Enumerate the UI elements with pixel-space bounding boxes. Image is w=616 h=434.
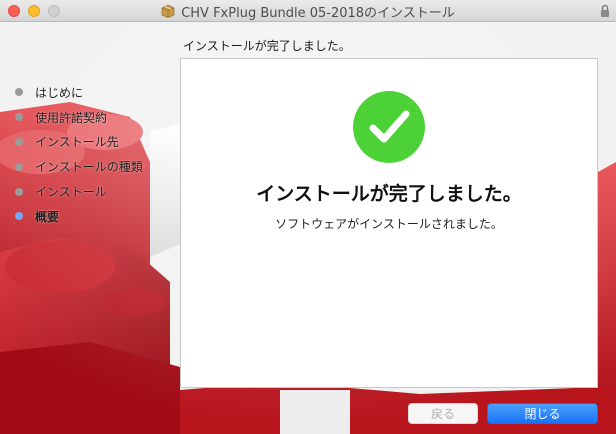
installer-steps-sidebar: はじめに 使用許諾契約 インストール先 インストールの種類 インストール 概要 [15, 80, 175, 229]
completion-headline: インストールが完了しました。 [256, 183, 522, 205]
title-bar[interactable]: CHV FxPlug Bundle 05-2018のインストール [0, 0, 616, 22]
step-installation: インストール [15, 179, 175, 204]
summary-panel: インストールが完了しました。 ソフトウェアがインストールされました。 [180, 58, 598, 388]
step-bullet-icon [15, 137, 23, 146]
step-introduction: はじめに [15, 80, 175, 105]
close-button[interactable]: 閉じる [487, 403, 598, 424]
step-bullet-icon [15, 88, 23, 97]
step-label: インストール [35, 185, 107, 200]
installer-window: CHV FxPlug Bundle 05-2018のインストール インストールが… [0, 0, 616, 434]
package-icon [161, 4, 175, 18]
step-label: 使用許諾契約 [35, 110, 108, 125]
back-button: 戻る [408, 403, 478, 424]
checkmark-circle-icon [353, 91, 425, 163]
step-label: インストールの種類 [35, 160, 143, 175]
step-bullet-icon [15, 113, 23, 122]
window-title-wrap: CHV FxPlug Bundle 05-2018のインストール [0, 0, 616, 22]
step-label-active: 概要 [35, 209, 60, 224]
step-destination: インストール先 [15, 130, 175, 155]
step-license: 使用許諾契約 [15, 105, 175, 130]
completion-message: ソフトウェアがインストールされました。 [275, 217, 503, 231]
window-title: CHV FxPlug Bundle 05-2018のインストール [181, 5, 455, 21]
lock-icon [601, 4, 609, 17]
step-installation-type: インストールの種類 [15, 154, 175, 179]
step-bullet-icon [15, 162, 23, 171]
step-bullet-active-icon [15, 212, 23, 221]
step-label: はじめに [35, 85, 84, 100]
step-summary: 概要 [15, 204, 175, 229]
step-bullet-icon [15, 187, 23, 196]
step-label: インストール先 [35, 135, 119, 150]
step-heading: インストールが完了しました。 [183, 39, 351, 53]
